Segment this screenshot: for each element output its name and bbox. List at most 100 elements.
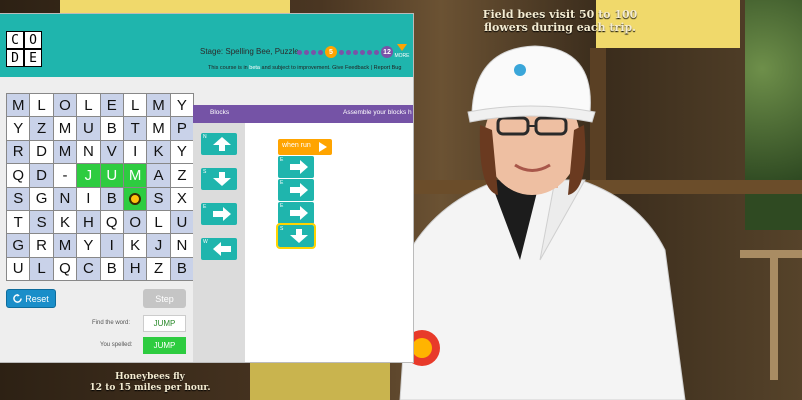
block-direction-label: S (203, 169, 207, 175)
grid-cell: M (53, 117, 77, 140)
when-run-block[interactable]: when run (278, 139, 332, 155)
move-block-right[interactable]: E (278, 156, 314, 178)
grid-cell: L (30, 257, 53, 281)
grid-cell: E (100, 94, 123, 117)
logo-letter: E (24, 49, 42, 67)
grid-cell: L (30, 94, 53, 117)
grid-cell: G (7, 234, 30, 257)
step-button[interactable]: Step (143, 289, 186, 308)
grid-cell: R (30, 234, 53, 257)
grid-cell: M (53, 140, 77, 164)
grid-cell: Z (170, 164, 194, 187)
block-direction-label: E (280, 203, 284, 209)
progress-dot[interactable] (339, 49, 344, 55)
grid-cell: Q (100, 210, 123, 234)
app-header: C O D E Stage: Spelling Bee, Puzzle 5 12… (0, 14, 413, 77)
reset-icon (13, 294, 23, 303)
progress-dot[interactable] (311, 49, 316, 55)
chevron-down-icon (397, 44, 407, 51)
app-body: MLOLELMYYZMUBTMPRDMNVIKYQD-JUMAZSGNIBSXT… (0, 77, 413, 362)
grid-cell (123, 187, 147, 210)
more-label: MORE (394, 53, 410, 59)
move-block-down[interactable]: S (201, 168, 237, 190)
progress-dot[interactable] (353, 49, 358, 55)
grid-cell: P (170, 117, 194, 140)
grid-cell: M (147, 117, 170, 140)
grid-cell: L (77, 94, 100, 117)
yellow-floor-panel (250, 362, 390, 400)
play-icon (319, 142, 327, 152)
grid-cell: B (100, 187, 123, 210)
grid-cell: U (170, 210, 194, 234)
arrow-down-icon (213, 172, 231, 186)
move-block-right[interactable]: E (278, 202, 314, 224)
arrow-right-icon (213, 207, 231, 221)
reset-button[interactable]: Reset (6, 289, 56, 308)
grid-cell: O (123, 210, 147, 234)
beta-notice-links[interactable]: and subject to improvement. Give Feedbac… (260, 65, 402, 71)
grid-cell: Y (170, 94, 194, 117)
grid-cell: T (123, 117, 147, 140)
grid-cell: N (53, 187, 77, 210)
grid-cell: K (123, 234, 147, 257)
move-block-right[interactable]: E (201, 203, 237, 225)
beta-notice: This course is in beta and subject to im… (208, 65, 401, 71)
move-block-up[interactable]: N (201, 133, 237, 155)
target-word: JUMP (143, 315, 186, 332)
tree-foliage (745, 0, 802, 230)
grid-cell: S (147, 187, 170, 210)
move-block-right[interactable]: E (278, 179, 314, 201)
block-direction-label: N (203, 134, 207, 140)
arrow-left-icon (213, 242, 231, 256)
logo-letter: D (6, 49, 24, 67)
progress-dot[interactable] (346, 49, 351, 55)
grid-cell: D (30, 164, 53, 187)
reset-label: Reset (25, 293, 49, 304)
grid-cell: J (77, 164, 100, 187)
grid-cell: K (53, 210, 77, 234)
grid-cell: Y (77, 234, 100, 257)
grid-cell: U (7, 257, 30, 281)
progress-dot[interactable] (297, 49, 302, 55)
grid-cell: T (7, 210, 30, 234)
grid-cell: B (170, 257, 194, 281)
grid-cell: Z (147, 257, 170, 281)
grid-cell: D (30, 140, 53, 164)
grid-cell: V (100, 140, 123, 164)
grid-cell: M (7, 94, 30, 117)
block-direction-label: E (280, 157, 284, 163)
grid-cell: B (100, 117, 123, 140)
progress-dot[interactable] (360, 49, 365, 55)
blocks-header-label: Blocks (210, 109, 230, 116)
grid-cell: R (7, 140, 30, 164)
move-block-down[interactable]: S (276, 223, 316, 249)
grid-cell: U (100, 164, 123, 187)
grid-cell: Z (30, 117, 53, 140)
move-block-left[interactable]: W (201, 238, 237, 260)
progress-dot[interactable] (304, 49, 309, 55)
grid-cell: S (7, 187, 30, 210)
grid-cell: M (53, 234, 77, 257)
progress-dot[interactable] (367, 49, 372, 55)
blocks-header: Blocks Assemble your blocks h (193, 105, 413, 123)
grid-cell: N (77, 140, 100, 164)
last-puzzle-bubble[interactable]: 12 (381, 46, 393, 58)
more-button[interactable]: MORE (393, 44, 411, 59)
current-puzzle-bubble[interactable]: 5 (325, 46, 337, 58)
find-word-label: Find the word: (92, 320, 131, 326)
blocks-workspace: when run E E E S (245, 123, 413, 362)
progress-dot[interactable] (374, 49, 379, 55)
grid-cell: C (77, 257, 100, 281)
fence-post (770, 250, 778, 380)
grid-cell: H (123, 257, 147, 281)
code-logo[interactable]: C O D E (6, 31, 42, 67)
you-spelled-label: You spelled: (100, 342, 133, 348)
grid-cell: S (30, 210, 53, 234)
progress-dot[interactable] (318, 49, 323, 55)
stage-title: Stage: Spelling Bee, Puzzle (200, 47, 299, 56)
grid-cell: U (77, 117, 100, 140)
beta-word: beta (249, 65, 260, 71)
grid-cell: I (77, 187, 100, 210)
grid-cell: X (170, 187, 194, 210)
grid-cell: I (123, 140, 147, 164)
